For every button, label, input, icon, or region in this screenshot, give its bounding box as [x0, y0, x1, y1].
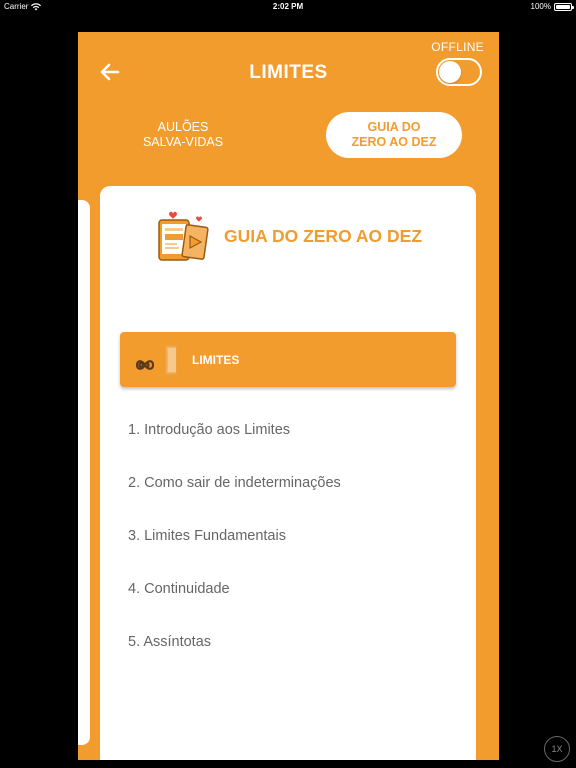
topic-item[interactable]: 5. Assíntotas [128, 634, 341, 687]
app-panel: LIMITES OFFLINE AULÕES SALVA-VIDAS GUIA … [78, 32, 499, 760]
guide-card: GUIA DO ZERO AO DEZ LIMITES 1. Introduçã… [100, 186, 476, 760]
guide-title: GUIA DO ZERO AO DEZ [224, 226, 423, 246]
offline-toggle[interactable] [436, 58, 482, 86]
section-label: LIMITES [192, 353, 240, 367]
topic-item[interactable]: 1. Introdução aos Limites [128, 422, 341, 475]
topic-item[interactable]: 3. Limites Fundamentais [128, 528, 341, 581]
tablet-video-heart-icon [158, 211, 209, 261]
topic-item[interactable]: 4. Continuidade [128, 581, 341, 634]
speed-badge[interactable]: 1X [544, 736, 570, 762]
previous-card-edge[interactable] [78, 200, 90, 745]
toggle-knob [439, 61, 461, 83]
section-limites-button[interactable]: LIMITES [120, 332, 456, 387]
tab-label-line2: SALVA-VIDAS [142, 135, 224, 149]
status-time: 2:02 PM [272, 2, 304, 11]
tab-label-line2: ZERO AO DEZ [351, 135, 437, 149]
status-right: 100% [530, 2, 574, 11]
tab-label-line1: GUIA DO [367, 120, 421, 134]
battery-percent: 100% [530, 2, 551, 11]
status-bar: Carrier 2:02 PM 100% [0, 0, 576, 14]
offline-label: OFFLINE [431, 40, 484, 54]
tab-auloes-salva-vidas[interactable]: AULÕES SALVA-VIDAS [124, 112, 242, 158]
battery-icon [554, 2, 574, 11]
topic-list: 1. Introdução aos Limites 2. Como sair d… [128, 422, 341, 687]
infinity-book-icon [135, 345, 177, 375]
topic-item[interactable]: 2. Como sair de indeterminações [128, 475, 341, 528]
tab-guia-do-zero-ao-dez[interactable]: GUIA DO ZERO AO DEZ [326, 112, 462, 158]
tab-label-line1: AULÕES [157, 120, 209, 134]
